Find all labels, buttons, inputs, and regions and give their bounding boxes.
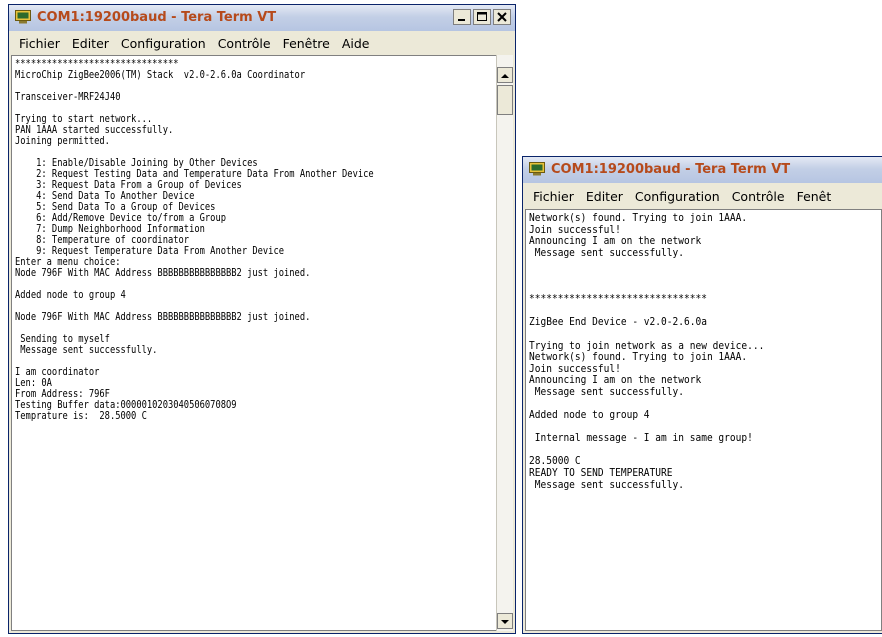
window-title: COM1:19200baud - Tera Term VT [37, 10, 277, 25]
menu-aide[interactable]: Aide [336, 36, 376, 51]
scroll-down-button[interactable] [497, 613, 513, 629]
minimize-icon [458, 19, 465, 21]
menu-editer[interactable]: Editer [66, 36, 115, 51]
menu-bar: Fichier Editer Configuration Contrôle Fe… [527, 185, 882, 207]
tera-term-icon [529, 162, 545, 176]
menu-configuration[interactable]: Configuration [629, 189, 726, 204]
menu-configuration[interactable]: Configuration [115, 36, 212, 51]
tera-term-icon [15, 10, 31, 24]
tera-term-window-end-device[interactable]: COM1:19200baud - Tera Term VT Fichier Ed… [522, 156, 882, 634]
terminal-screen[interactable]: Network(s) found. Trying to join 1AAA. J… [525, 209, 882, 631]
menu-editer[interactable]: Editer [580, 189, 629, 204]
scrollbar-thumb[interactable] [497, 85, 513, 115]
menu-fenetre[interactable]: Fenêt [791, 189, 838, 204]
terminal-output: Network(s) found. Trying to join 1AAA. J… [529, 212, 765, 491]
terminal-output: ******************************* MicroChi… [15, 59, 374, 422]
maximize-icon [477, 12, 487, 21]
menu-fichier[interactable]: Fichier [527, 189, 580, 204]
menu-controle[interactable]: Contrôle [726, 189, 791, 204]
menu-bar: Fichier Editer Configuration Contrôle Fe… [13, 32, 515, 54]
maximize-button[interactable] [473, 9, 491, 25]
terminal-screen[interactable]: ******************************* MicroChi… [11, 55, 497, 631]
arrow-down-icon [501, 620, 509, 624]
close-button[interactable] [493, 9, 511, 25]
title-bar[interactable]: COM1:19200baud - Tera Term VT [523, 157, 882, 183]
scroll-up-button[interactable] [497, 67, 513, 83]
minimize-button[interactable] [453, 9, 471, 25]
window-title: COM1:19200baud - Tera Term VT [551, 162, 791, 177]
close-icon [497, 12, 507, 22]
title-bar[interactable]: COM1:19200baud - Tera Term VT [9, 5, 515, 31]
menu-fichier[interactable]: Fichier [13, 36, 66, 51]
vertical-scrollbar[interactable] [496, 55, 513, 631]
tera-term-window-coordinator[interactable]: COM1:19200baud - Tera Term VT Fichier Ed… [8, 4, 516, 634]
arrow-up-icon [501, 74, 509, 78]
menu-controle[interactable]: Contrôle [212, 36, 277, 51]
menu-fenetre[interactable]: Fenêtre [277, 36, 336, 51]
